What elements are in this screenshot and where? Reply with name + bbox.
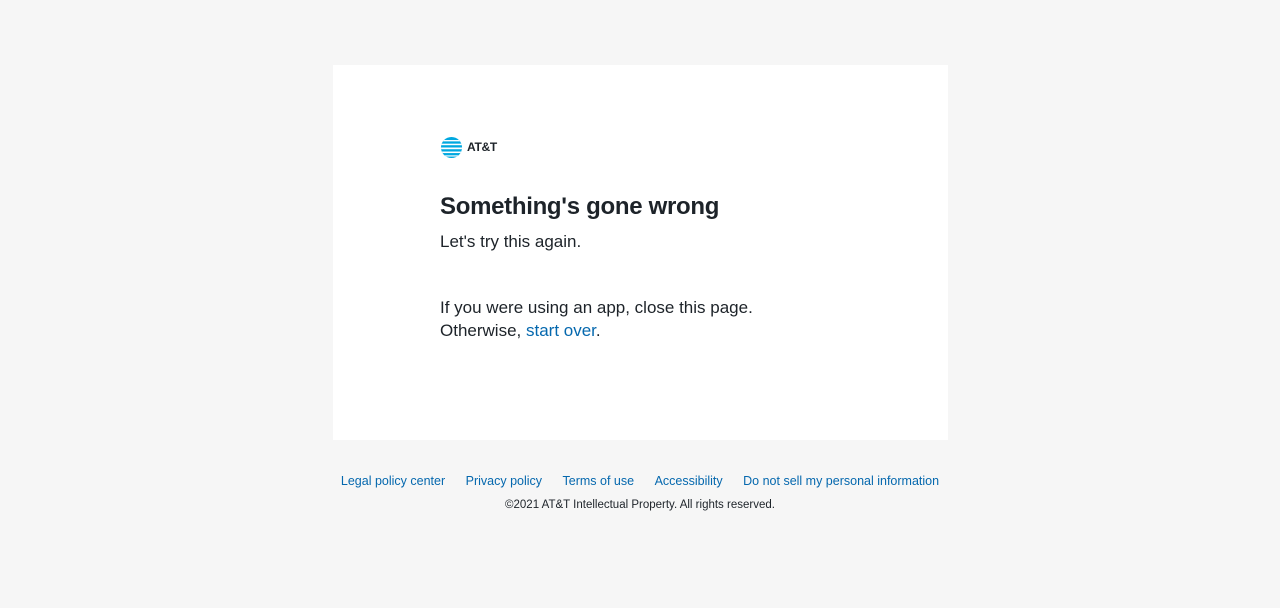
privacy-policy-link[interactable]: Privacy policy xyxy=(466,474,542,488)
copyright-text: ©2021 AT&T Intellectual Property. All ri… xyxy=(505,499,775,511)
message-line-2: Otherwise, start over. xyxy=(440,319,753,342)
error-message: If you were using an app, close this pag… xyxy=(440,296,753,342)
brand-logo: AT&T xyxy=(440,135,900,159)
brand-name: AT&T xyxy=(467,140,497,154)
do-not-sell-link[interactable]: Do not sell my personal information xyxy=(743,474,939,488)
error-content: AT&T Something's gone wrong Let's try th… xyxy=(440,135,900,340)
terms-of-use-link[interactable]: Terms of use xyxy=(563,474,635,488)
message-line-2-prefix: Otherwise, xyxy=(440,321,526,340)
accessibility-link[interactable]: Accessibility xyxy=(655,474,723,488)
att-globe-icon xyxy=(440,136,463,159)
footer-links: Legal policy center Privacy policy Terms… xyxy=(0,474,1280,488)
error-card: AT&T Something's gone wrong Let's try th… xyxy=(333,65,948,440)
message-line-2-suffix: . xyxy=(595,321,601,340)
message-line-1: If you were using an app, close this pag… xyxy=(440,298,753,317)
page-title: Something's gone wrong xyxy=(440,193,720,220)
legal-policy-link[interactable]: Legal policy center xyxy=(341,474,445,488)
start-over-link[interactable]: start over xyxy=(526,321,596,340)
page-subtitle: Let's try this again. xyxy=(440,232,582,251)
